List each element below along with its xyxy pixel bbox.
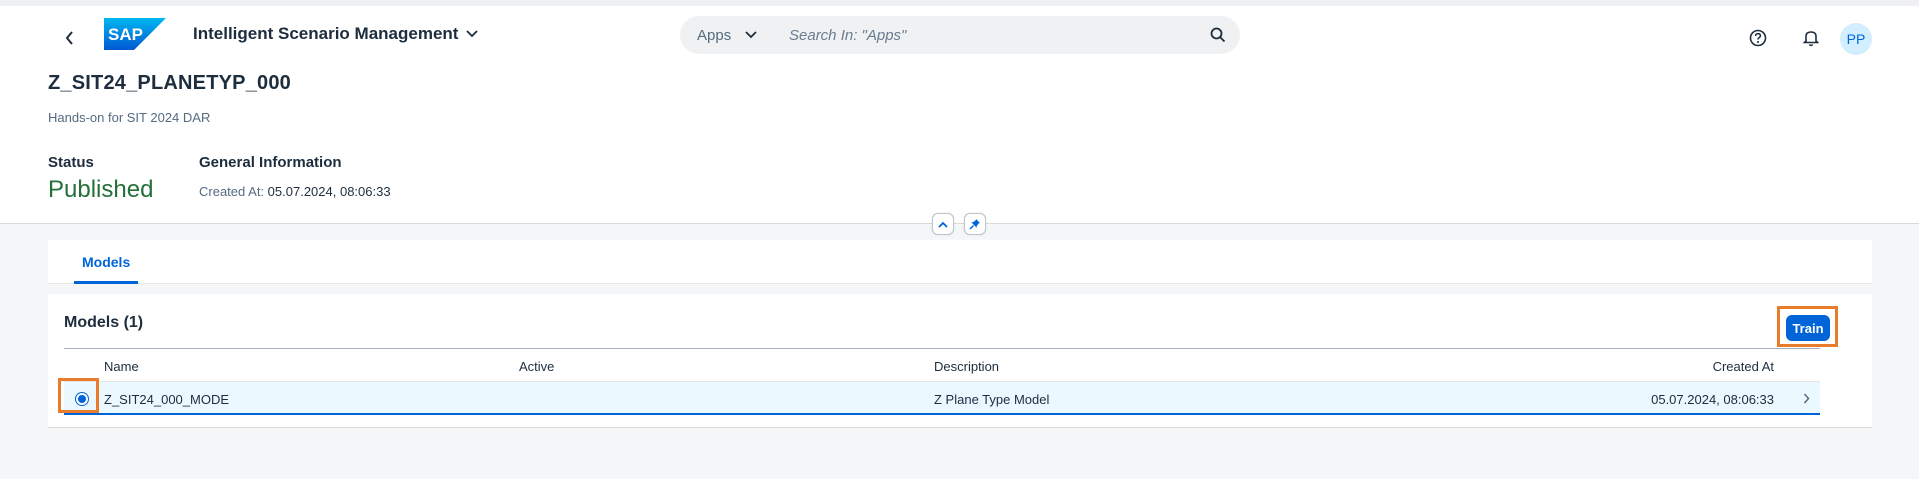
page-title: Z_SIT24_PLANETYP_000 xyxy=(48,72,291,94)
sap-logo[interactable]: SAP xyxy=(104,18,166,50)
tab-models[interactable]: Models xyxy=(74,240,139,284)
search-scope-select[interactable]: Apps xyxy=(680,16,772,54)
pin-header-button[interactable] xyxy=(964,213,986,235)
collapse-up-icon xyxy=(938,221,948,228)
bell-icon xyxy=(1803,31,1819,47)
column-header-created-at[interactable]: Created At xyxy=(1713,359,1774,374)
status-label: Status xyxy=(48,154,94,171)
avatar[interactable]: PP xyxy=(1840,23,1872,55)
chevron-down-icon xyxy=(466,30,479,38)
radio-highlight xyxy=(58,378,99,413)
cell-name: Z_SIT24_000_MODE xyxy=(104,392,230,407)
table-header-row: Name Active Description Created At xyxy=(64,348,1820,382)
svg-text:SAP: SAP xyxy=(108,25,143,44)
tab-bar: Models xyxy=(48,240,1872,284)
app-title: Intelligent Scenario Management xyxy=(193,24,459,43)
created-at-value: 05.07.2024, 08:06:33 xyxy=(267,184,391,199)
back-icon xyxy=(65,31,73,45)
table-row[interactable]: Z_SIT24_000_MODE Z Plane Type Model 05.0… xyxy=(64,382,1820,415)
search-icon xyxy=(1210,27,1226,43)
row-navigation[interactable] xyxy=(1799,391,1813,405)
shell-bar: SAP Intelligent Scenario Management Apps… xyxy=(0,0,1919,64)
cell-description: Z Plane Type Model xyxy=(934,392,1050,407)
models-section: Models (1) Train Name Active Description… xyxy=(48,294,1872,428)
object-page-header: Z_SIT24_PLANETYP_000 Hands-on for SIT 20… xyxy=(0,64,1919,224)
help-icon xyxy=(1749,29,1767,47)
row-navigation-icon xyxy=(1803,393,1810,403)
app-title-menu[interactable]: Intelligent Scenario Management xyxy=(193,24,479,44)
column-header-active[interactable]: Active xyxy=(519,359,554,374)
collapse-header-button[interactable] xyxy=(932,213,954,235)
chevron-down-icon xyxy=(745,31,757,39)
column-header-name[interactable]: Name xyxy=(104,359,139,374)
column-header-description[interactable]: Description xyxy=(934,359,999,374)
help-button[interactable] xyxy=(1746,26,1770,50)
search-scope-label: Apps xyxy=(697,26,732,44)
page-subtitle: Hands-on for SIT 2024 DAR xyxy=(48,110,211,125)
search-bar: Apps xyxy=(680,16,1240,54)
back-button[interactable] xyxy=(56,24,84,52)
search-input[interactable] xyxy=(783,16,1196,54)
status-value: Published xyxy=(48,176,154,203)
created-at-label: Created At: xyxy=(199,184,265,199)
created-at-field: Created At: 05.07.2024, 08:06:33 xyxy=(199,184,391,199)
general-information-label: General Information xyxy=(199,154,342,171)
notifications-button[interactable] xyxy=(1799,26,1823,50)
table-title: Models (1) xyxy=(64,314,144,331)
train-button[interactable]: Train xyxy=(1786,315,1830,341)
search-button[interactable] xyxy=(1196,16,1240,54)
cell-created-at: 05.07.2024, 08:06:33 xyxy=(1651,392,1774,407)
pin-icon xyxy=(969,219,980,230)
